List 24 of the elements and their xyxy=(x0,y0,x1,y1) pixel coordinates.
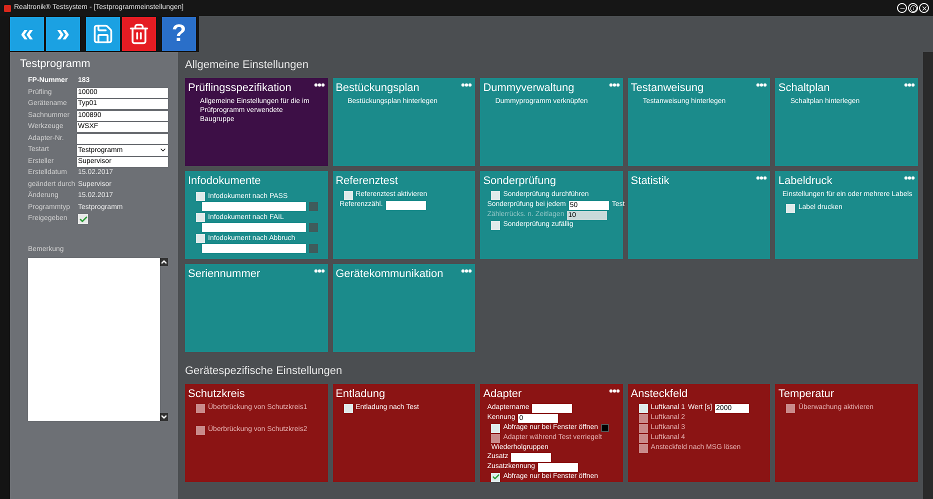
panel-title: Testprogramm xyxy=(20,57,92,72)
tile-title: Sonderprüfung xyxy=(483,174,556,188)
settings-tile[interactable]: Statistik xyxy=(628,171,770,259)
tile-title: Prüflingsspezifikation xyxy=(188,81,292,95)
tile-title: Schutzkreis xyxy=(188,387,245,401)
tile-title: Labeldruck xyxy=(778,174,832,188)
tile-title: Dummyverwaltung xyxy=(483,81,574,95)
tile-title: Statistik xyxy=(630,174,670,188)
toolbar-button[interactable]: ? xyxy=(162,17,196,51)
tile-title: Temperatur xyxy=(778,387,834,401)
section-title: Allgemeine Einstellungen xyxy=(185,58,310,72)
tile-title: Gerätekommunikation xyxy=(336,267,444,281)
settings-tile[interactable]: Seriennummer xyxy=(185,264,328,352)
tile-title: Entladung xyxy=(336,387,386,401)
tile-title: Bestückungsplan xyxy=(336,81,420,95)
tile-title: Seriennummer xyxy=(188,267,260,281)
tile-title: Referenztest xyxy=(336,174,398,188)
tile-title: Adapter xyxy=(483,387,522,401)
section-title: Gerätespezifische Einstellungen xyxy=(185,364,344,378)
settings-tile[interactable]: Gerätekommunikation xyxy=(332,264,476,352)
tile-title: Infodokumente xyxy=(188,174,261,188)
tile-title: Testanweisung xyxy=(630,81,704,95)
tile-title: Ansteckfeld xyxy=(630,387,688,401)
tile-title: Schaltplan xyxy=(778,81,830,95)
